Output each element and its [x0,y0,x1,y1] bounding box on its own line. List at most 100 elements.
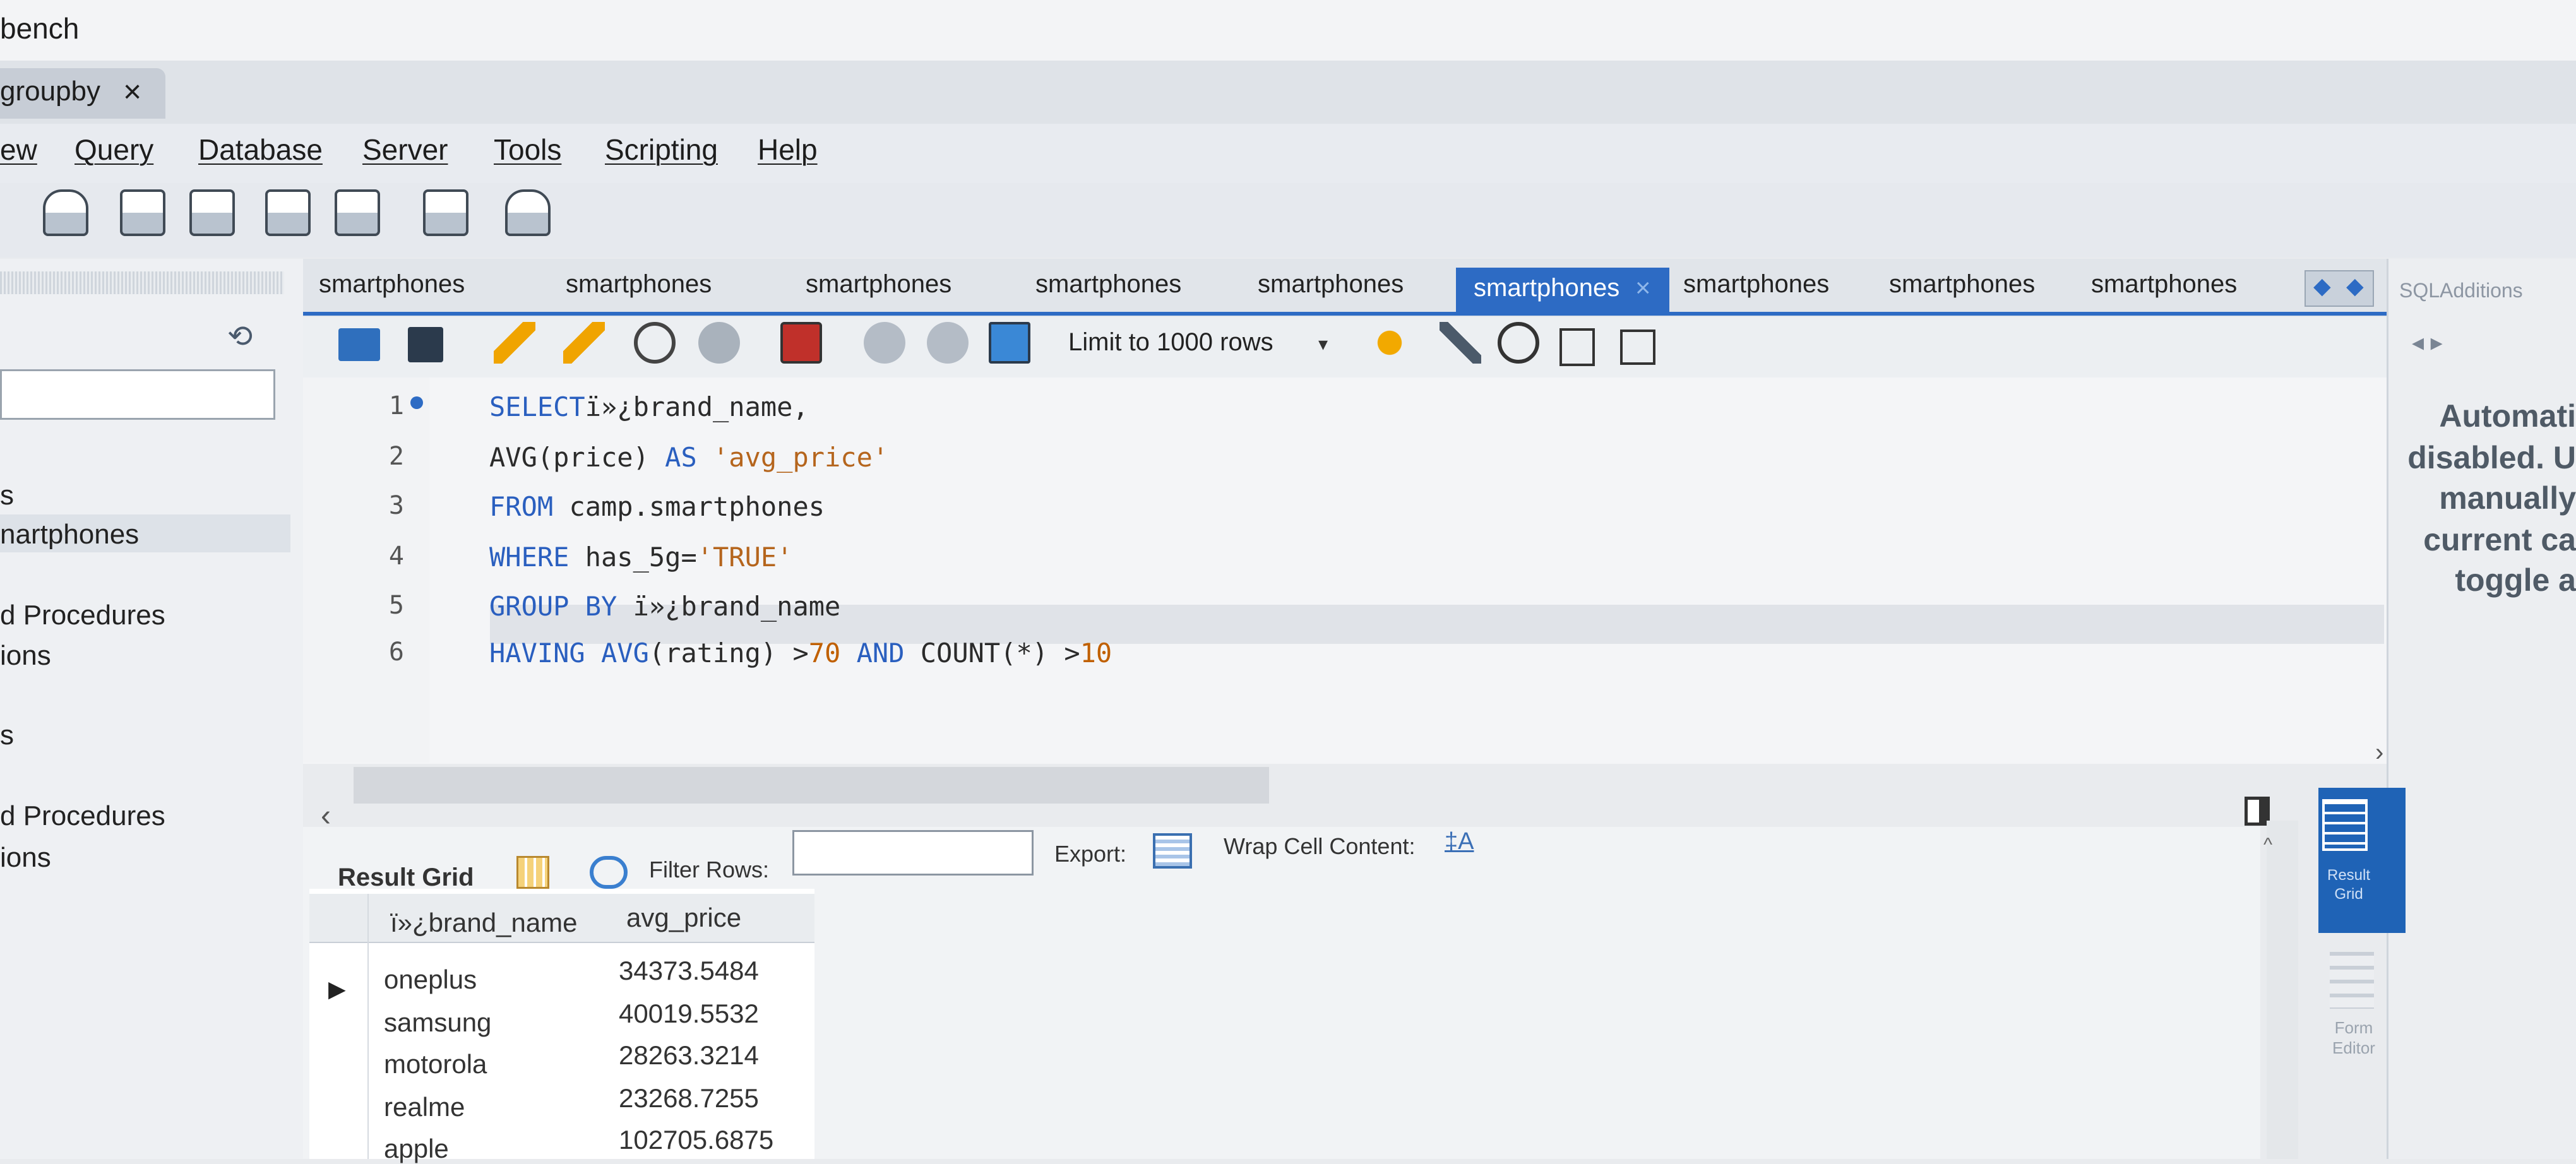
sidebar-item-procedures[interactable]: d Procedures [0,800,165,832]
connection-tab-strip [0,61,2576,124]
toggle-panel-icon[interactable] [2245,797,2270,826]
menu-database[interactable]: Database [198,133,323,167]
open-folder-icon[interactable] [338,328,380,361]
execute-icon[interactable] [494,322,535,364]
refresh-icon[interactable] [590,856,628,889]
cell-avg-price[interactable]: 40019.5532 [619,999,759,1029]
save-icon[interactable] [408,327,443,362]
cell-avg-price[interactable]: 28263.3214 [619,1040,759,1071]
code-token: 'avg_price' [696,442,889,473]
form-editor-button-label[interactable]: Form Editor [2329,1018,2379,1058]
toggle-error-icon[interactable] [780,322,822,364]
close-tab-icon[interactable]: × [1635,273,1651,303]
execute-current-icon[interactable] [563,322,605,364]
tab-smartphones[interactable]: smartphones [2091,270,2237,299]
help-text-line: disabled. U [2407,440,2576,475]
tab-smartphones[interactable]: smartphones [1258,270,1404,299]
chevron-right-icon[interactable]: › [2375,739,2383,767]
sidebar-item[interactable]: s [0,720,14,751]
connection-tab[interactable]: groupby × [0,68,165,119]
form-editor-label-2: Editor [2332,1038,2375,1057]
menu-server[interactable]: Server [362,133,448,167]
reconnect-icon[interactable] [505,189,551,236]
explain-icon[interactable] [634,322,676,364]
new-schema-icon[interactable] [189,189,235,236]
open-sql-file-icon[interactable] [120,189,165,236]
chevron-up-icon[interactable]: ^ [2263,834,2272,856]
code-line[interactable]: GROUP BY ï»¿brand_name [489,591,840,622]
code-line[interactable]: FROM camp.smartphones [489,491,825,522]
code-line[interactable]: WHERE has_5g='TRUE' [489,542,792,573]
result-vertical-scrollbar[interactable] [2267,821,2298,1159]
tab-smartphones-active[interactable]: smartphones × [1456,268,1669,313]
wrap-lines-icon[interactable] [1620,330,1655,365]
tab-smartphones[interactable]: smartphones [1683,270,1829,299]
tab-smartphones[interactable]: smartphones [319,270,465,299]
cell-brand-name[interactable]: apple [384,1134,449,1164]
column-header-brand-name[interactable]: ï»¿brand_name [390,908,578,938]
tab-scroll-buttons[interactable]: ◆ ◆ [2305,270,2374,307]
result-grid-label-2: Grid [2334,886,2363,903]
sidebar-item-procedures[interactable]: d Procedures [0,600,165,631]
menu-tools[interactable]: Tools [494,133,561,167]
line-number: 1 [388,391,404,420]
editor-horizontal-scrollbar[interactable] [354,767,1269,804]
code-token: ï»¿brand_name [617,591,841,622]
cell-avg-price[interactable]: 34373.5484 [619,956,759,986]
column-header-avg-price[interactable]: avg_price [626,903,741,933]
code-line[interactable]: SELECTï»¿brand_name, [489,391,809,422]
sql-additions-panel [2387,259,2576,1159]
tab-scroll-left-icon[interactable]: ◆ [2313,273,2331,299]
tab-smartphones[interactable]: smartphones [566,270,712,299]
rollback-icon[interactable] [927,322,969,364]
wrap-cell-icon[interactable]: ‡A [1445,828,1474,855]
menu-help[interactable]: Help [758,133,818,167]
new-view-icon[interactable] [335,189,380,236]
beautify-icon[interactable] [1440,322,1481,364]
tab-smartphones[interactable]: smartphones [1035,270,1181,299]
code-line[interactable]: AVG(price) AS 'avg_price' [489,442,888,473]
current-row-arrow-icon: ▶ [328,976,346,1002]
stop-icon[interactable] [698,322,740,364]
filter-rows-input[interactable] [792,830,1034,876]
cell-brand-name[interactable]: realme [384,1092,465,1122]
menu-scripting[interactable]: Scripting [605,133,718,167]
close-connection-tab-icon[interactable]: × [123,73,141,110]
add-snippet-icon[interactable] [1369,322,1410,364]
new-table-icon[interactable] [265,189,311,236]
cell-brand-name[interactable]: samsung [384,1007,491,1038]
sidebar-item[interactable]: s [0,480,14,511]
line-number: 3 [388,491,404,520]
search-table-data-icon[interactable] [423,189,468,236]
sidebar-item-smartphones[interactable]: nartphones [0,519,139,550]
chevron-down-icon[interactable]: ▾ [1318,333,1328,355]
result-grid-icon[interactable] [516,856,549,889]
sidebar-item-functions[interactable]: ions [0,842,51,874]
editor-toolbar [303,317,2387,377]
form-editor-icon[interactable] [2330,952,2374,1009]
new-connection-icon[interactable] [43,189,88,236]
cell-avg-price[interactable]: 102705.6875 [619,1125,773,1155]
export-icon[interactable] [1153,833,1192,869]
menu-query[interactable]: Query [75,133,153,167]
cell-brand-name[interactable]: motorola [384,1049,487,1079]
commit-icon[interactable] [864,322,905,364]
code-token: AVG(price) [489,442,665,473]
schema-filter-input[interactable] [0,369,275,420]
tab-smartphones[interactable]: smartphones [806,270,951,299]
cell-avg-price[interactable]: 23268.7255 [619,1083,759,1114]
cell-brand-name[interactable]: oneplus [384,965,477,995]
tab-scroll-right-icon[interactable]: ◆ [2346,273,2364,299]
sidebar-item-functions[interactable]: ions [0,640,51,672]
limit-rows-select[interactable]: Limit to 1000 rows [1068,328,1333,369]
filter-rows-label: Filter Rows: [649,857,770,882]
code-token: AND [856,638,905,668]
invisible-chars-icon[interactable] [1559,328,1595,366]
refresh-icon[interactable]: ⟲ [227,319,253,354]
code-line[interactable]: HAVING AVG(rating) >70 AND COUNT(*) >10 [489,638,1112,668]
menu-view[interactable]: ew [0,133,37,167]
panel-nav-arrows[interactable]: ◂ ▸ [2412,328,2443,357]
autocommit-toggle-icon[interactable] [989,322,1030,364]
tab-smartphones[interactable]: smartphones [1889,270,2035,299]
find-replace-icon[interactable] [1498,322,1539,364]
